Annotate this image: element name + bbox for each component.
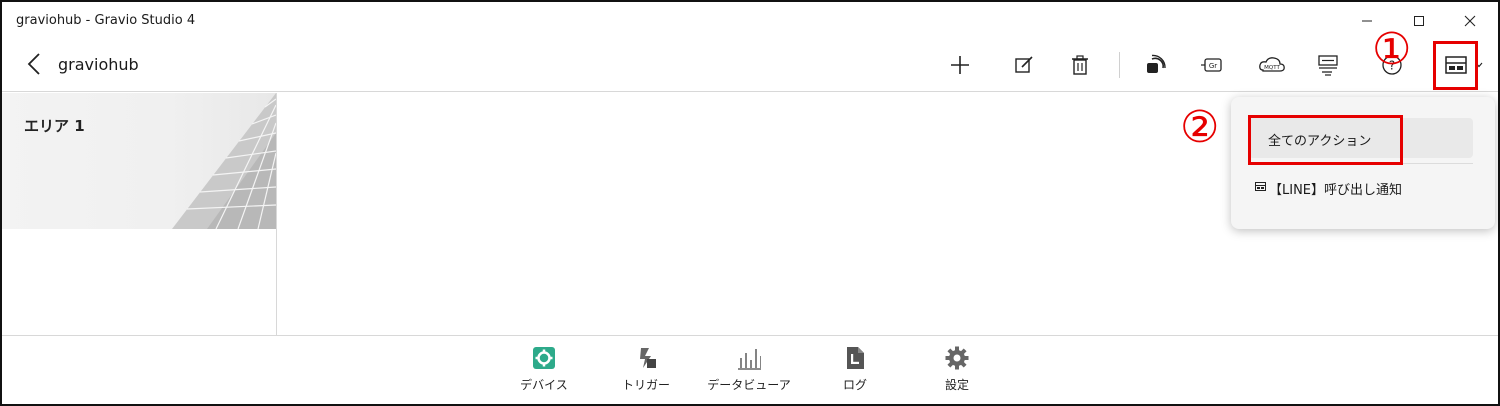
add-icon <box>951 56 969 74</box>
area-card[interactable]: エリア 1 <box>2 93 276 229</box>
nav-label: デバイス <box>520 378 568 392</box>
back-arrow-icon <box>27 53 40 75</box>
mqtt-button[interactable]: MQTT <box>1256 49 1288 81</box>
close-icon <box>1464 15 1476 27</box>
bottom-navigation: デバイス トリガー データビューア ログ 設定 <box>2 335 1498 404</box>
window-title: graviohub - Gravio Studio 4 <box>16 13 196 28</box>
nav-triggers[interactable]: トリガー <box>601 344 691 400</box>
title-bar: graviohub - Gravio Studio 4 <box>2 2 1498 38</box>
delete-icon <box>1072 55 1088 75</box>
annotation-number-one: ① <box>1372 24 1412 75</box>
building-illustration <box>172 93 276 229</box>
nav-label: 設定 <box>944 378 969 392</box>
gr-icon: Gr <box>1201 58 1222 72</box>
list-button[interactable] <box>1312 49 1344 81</box>
action-icon <box>1255 182 1266 191</box>
mqtt-label: MQTT <box>1264 65 1280 71</box>
list-icon <box>1318 55 1338 76</box>
add-button[interactable] <box>944 49 976 81</box>
nav-data-viewer[interactable]: データビューア <box>704 344 794 400</box>
close-button[interactable] <box>1447 6 1493 36</box>
maximize-icon <box>1414 16 1424 26</box>
mqtt-icon: MQTT <box>1259 57 1285 72</box>
nfc-button[interactable] <box>1139 49 1171 81</box>
toolbar-divider <box>1119 52 1120 78</box>
gear-icon <box>532 346 556 370</box>
delete-button[interactable] <box>1064 49 1096 81</box>
gear-icon <box>945 346 969 370</box>
annotation-number-two: ② <box>1180 102 1220 153</box>
toolbar: graviohub Gr MQTT ? <box>2 38 1498 92</box>
edit-button[interactable] <box>1008 49 1040 81</box>
chart-icon <box>737 346 761 370</box>
log-icon <box>843 346 867 370</box>
nav-label: ログ <box>842 378 867 392</box>
back-button[interactable] <box>20 50 48 78</box>
nav-label: トリガー <box>621 378 670 392</box>
edit-icon <box>1015 56 1033 73</box>
area-label: エリア 1 <box>24 117 85 135</box>
dropdown-item-label: 【LINE】呼び出し通知 <box>1269 183 1403 198</box>
annotation-box-actions-button <box>1433 41 1478 90</box>
nfc-icon <box>1147 54 1166 73</box>
trigger-icon <box>634 346 658 370</box>
nav-label: データビューア <box>707 378 791 392</box>
gr-label: Gr <box>1209 62 1217 70</box>
annotation-box-all-actions <box>1248 115 1403 165</box>
dropdown-item-line-action[interactable]: 【LINE】呼び出し通知 <box>1249 171 1473 205</box>
area-list-panel: エリア 1 <box>2 93 277 335</box>
nav-devices[interactable]: デバイス <box>499 344 589 400</box>
nav-settings[interactable]: 設定 <box>912 344 1002 400</box>
nav-log[interactable]: ログ <box>810 344 900 400</box>
gr-button[interactable]: Gr <box>1195 49 1227 81</box>
hub-name: graviohub <box>58 55 139 74</box>
